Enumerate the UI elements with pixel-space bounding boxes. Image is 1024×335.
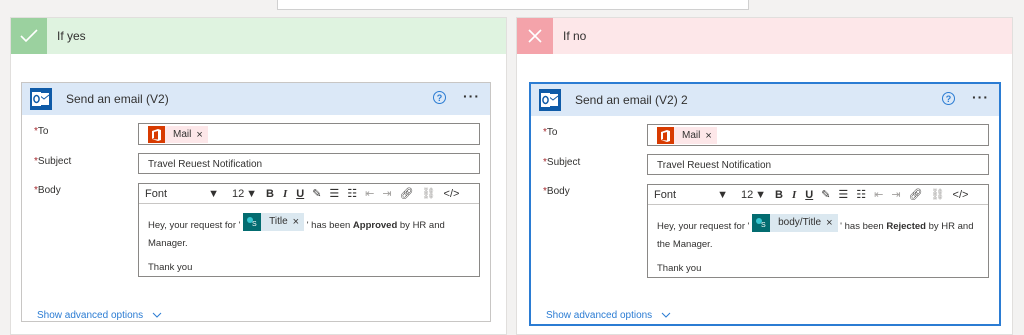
code-view-icon[interactable]: </>	[444, 188, 460, 200]
mail-token[interactable]: Mail ×	[148, 126, 208, 143]
numbered-list-icon[interactable]: ☷	[856, 188, 866, 201]
subject-label: *Subject	[34, 156, 72, 167]
x-icon	[517, 18, 553, 54]
status-text: Rejected	[886, 221, 926, 232]
body-label: *Body	[543, 186, 570, 197]
action-header[interactable]: Send an email (V2) ? ···	[22, 83, 490, 115]
increase-indent-icon[interactable]: ⇥	[382, 187, 391, 200]
action-header[interactable]: Send an email (V2) 2 ? ···	[531, 84, 999, 116]
to-field[interactable]: Mail ×	[138, 123, 480, 145]
font-size-select[interactable]: 12 ▼	[232, 188, 257, 200]
show-advanced-options-link[interactable]: Show advanced options	[546, 310, 671, 321]
link-icon[interactable]: 🔗︎	[909, 188, 923, 201]
title-token[interactable]: S Title ×	[243, 213, 305, 231]
to-field[interactable]: Mail ×	[647, 124, 989, 146]
subject-field[interactable]: Travel Reuest Notification	[647, 154, 989, 175]
font-size-select[interactable]: 12 ▼	[741, 189, 766, 201]
unlink-icon[interactable]: ⛓︎	[931, 188, 945, 201]
rich-text-toolbar: Font ▼ 12 ▼ B I U ✎ ☰ ☷ ⇤ ⇥ 🔗︎ ⛓︎ </>	[648, 185, 988, 205]
unlink-icon[interactable]: ⛓︎	[422, 187, 436, 200]
remove-token-icon[interactable]: ×	[293, 213, 299, 231]
remove-token-icon[interactable]: ×	[705, 130, 711, 142]
previous-step-card[interactable]	[277, 0, 749, 10]
body-label: *Body	[34, 185, 61, 196]
highlight-icon[interactable]: ✎	[821, 188, 830, 201]
link-icon[interactable]: 🔗︎	[400, 187, 414, 200]
help-icon[interactable]: ?	[433, 91, 446, 104]
body-editor[interactable]: Font▼ 12▼ B I U ✎ ☰ ☷ ⇤ ⇥ 🔗︎ ⛓︎ </> He	[138, 183, 480, 277]
to-label: *To	[34, 126, 49, 137]
subject-field[interactable]: Travel Reuest Notification	[138, 153, 480, 174]
show-advanced-options-link[interactable]: Show advanced options	[37, 310, 162, 321]
subject-label: *Subject	[543, 157, 581, 168]
bullet-list-icon[interactable]: ☰	[838, 188, 848, 201]
remove-token-icon[interactable]: ×	[196, 129, 202, 141]
if-no-header[interactable]: If no	[517, 18, 1012, 54]
if-yes-header[interactable]: If yes	[11, 18, 506, 54]
office-icon	[148, 126, 165, 143]
code-view-icon[interactable]: </>	[953, 189, 969, 201]
status-text: Approved	[352, 220, 398, 231]
office-icon	[657, 127, 674, 144]
more-options-icon[interactable]: ···	[972, 89, 989, 105]
decrease-indent-icon[interactable]: ⇤	[874, 188, 883, 201]
branch-title: If no	[563, 29, 587, 43]
chevron-down-icon	[661, 312, 671, 318]
body-editor[interactable]: Font▼ 12▼ B I U ✎ ☰ ☷ ⇤ ⇥ 🔗︎ ⛓︎ </> He	[647, 184, 989, 278]
italic-icon[interactable]: I	[283, 188, 287, 200]
underline-icon[interactable]: U	[296, 188, 304, 200]
svg-text:S: S	[252, 221, 257, 228]
bold-icon[interactable]: B	[775, 189, 783, 201]
body-content[interactable]: Hey, your request for ' S Title × ' has …	[139, 204, 479, 277]
action-title: Send an email (V2)	[66, 92, 169, 106]
check-icon	[11, 18, 47, 54]
font-select[interactable]: Font ▼	[654, 189, 728, 201]
decrease-indent-icon[interactable]: ⇤	[365, 187, 374, 200]
sharepoint-icon: S	[752, 214, 771, 232]
bullet-list-icon[interactable]: ☰	[329, 187, 339, 200]
if-yes-branch: If yes Send an email (V2) ? ··· *To Mail…	[10, 17, 507, 335]
remove-token-icon[interactable]: ×	[826, 214, 832, 232]
send-email-action-card[interactable]: Send an email (V2) ? ··· *To Mail × *Sub…	[21, 82, 491, 322]
svg-text:S: S	[761, 222, 766, 229]
sharepoint-icon: S	[243, 213, 262, 231]
title-token[interactable]: S body/Title ×	[752, 214, 838, 232]
subject-value: Travel Reuest Notification	[657, 160, 772, 171]
highlight-icon[interactable]: ✎	[312, 187, 321, 200]
help-icon[interactable]: ?	[942, 92, 955, 105]
action-title: Send an email (V2) 2	[575, 93, 688, 107]
increase-indent-icon[interactable]: ⇥	[891, 188, 900, 201]
outlook-icon	[539, 89, 561, 111]
italic-icon[interactable]: I	[792, 189, 796, 201]
send-email-action-card[interactable]: Send an email (V2) 2 ? ··· *To Mail × *S…	[529, 82, 1001, 326]
font-select[interactable]: Font ▼	[145, 188, 219, 200]
underline-icon[interactable]: U	[805, 189, 813, 201]
body-content[interactable]: Hey, your request for ' S body/Title × '…	[648, 205, 988, 278]
bold-icon[interactable]: B	[266, 188, 274, 200]
chevron-down-icon	[152, 312, 162, 318]
to-label: *To	[543, 127, 558, 138]
rich-text-toolbar: Font ▼ 12 ▼ B I U ✎ ☰ ☷ ⇤ ⇥ 🔗︎ ⛓︎ </>	[139, 184, 479, 204]
numbered-list-icon[interactable]: ☷	[347, 187, 357, 200]
more-options-icon[interactable]: ···	[463, 88, 480, 104]
subject-value: Travel Reuest Notification	[148, 159, 263, 170]
if-no-branch: If no Send an email (V2) 2 ? ··· *To Mai…	[516, 17, 1013, 335]
mail-token[interactable]: Mail ×	[657, 127, 717, 144]
branch-title: If yes	[57, 29, 86, 43]
outlook-icon	[30, 88, 52, 110]
